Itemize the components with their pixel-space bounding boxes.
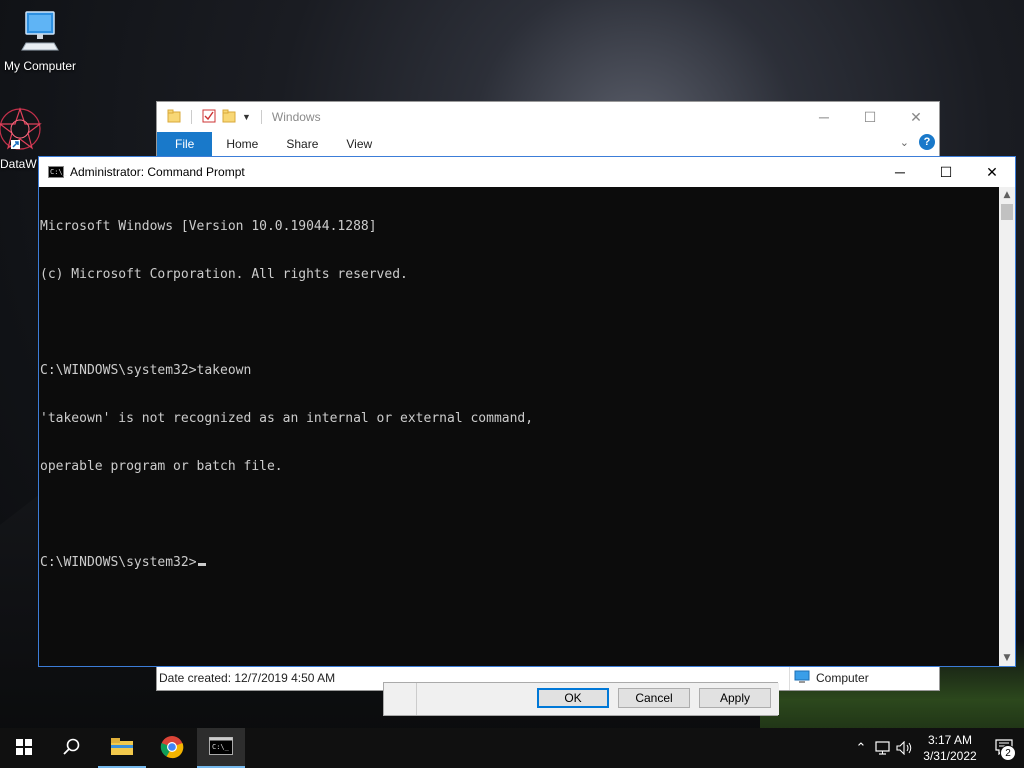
search-button[interactable] (48, 728, 96, 768)
console-output[interactable]: Microsoft Windows [Version 10.0.19044.12… (39, 187, 999, 666)
vertical-scrollbar[interactable]: ▲ ▼ (999, 187, 1015, 666)
desktop-icon-my-computer[interactable]: My Computer (0, 10, 80, 73)
status-zone: Computer (789, 666, 939, 690)
scroll-up-arrow-icon[interactable]: ▲ (999, 187, 1015, 203)
text-cursor (197, 563, 206, 566)
console-line: 'takeown' is not recognized as an intern… (40, 411, 534, 426)
close-icon: ✕ (986, 163, 998, 180)
search-icon (63, 738, 81, 759)
help-icon[interactable]: ? (919, 134, 935, 150)
tab-home[interactable]: Home (212, 132, 272, 156)
taskbar-command-prompt[interactable]: C:\_ (197, 728, 245, 768)
minimize-button[interactable]: ─ (877, 157, 923, 187)
file-explorer-icon (110, 736, 134, 759)
windows-logo-icon (16, 738, 32, 758)
maximize-icon: ☐ (939, 163, 953, 180)
tab-view[interactable]: View (332, 132, 386, 156)
divider (191, 110, 192, 124)
divider (260, 110, 262, 124)
ok-button[interactable]: OK (537, 688, 609, 708)
chrome-icon (160, 735, 184, 762)
folder-icon[interactable] (167, 109, 181, 126)
status-zone-label: Computer (816, 671, 869, 685)
clock-time: 3:17 AM (927, 733, 973, 747)
console-prompt: C:\WINDOWS\system32> (40, 555, 197, 570)
console-line: (c) Microsoft Corporation. All rights re… (40, 267, 408, 282)
show-hidden-icons-chevron-up-icon[interactable]: ⌃ (850, 728, 872, 768)
minimize-icon: ─ (895, 164, 905, 180)
close-button[interactable]: ✕ (893, 102, 939, 132)
new-folder-icon[interactable] (222, 109, 236, 126)
start-button[interactable] (0, 728, 48, 768)
notification-count-badge: 2 (1000, 745, 1016, 761)
taskbar: C:\_ ⌃ 3:17 AM 3/31/2022 2 (0, 728, 1024, 768)
status-date-created: Date created: 12/7/2019 4:50 AM (159, 671, 336, 685)
customize-qat-chevron-down-icon[interactable]: ▼ (242, 112, 251, 122)
console-line: Microsoft Windows [Version 10.0.19044.12… (40, 219, 377, 234)
ribbon-tabs: File Home Share View ⌄ ? (157, 132, 939, 157)
minimize-icon: ─ (819, 109, 829, 125)
properties-icon[interactable] (202, 109, 216, 126)
console-line: C:\WINDOWS\system32>takeown (40, 363, 252, 378)
taskbar-chrome[interactable] (148, 728, 196, 768)
clock-date: 3/31/2022 (923, 749, 977, 763)
close-button[interactable]: ✕ (969, 157, 1015, 187)
computer-icon (20, 11, 60, 57)
close-icon: ✕ (910, 108, 922, 125)
explorer-window-title: Windows (271, 110, 321, 124)
expand-ribbon-chevron-down-icon[interactable]: ⌄ (900, 136, 909, 149)
scroll-down-arrow-icon[interactable]: ▼ (999, 650, 1015, 666)
tab-share[interactable]: Share (272, 132, 332, 156)
clock[interactable]: 3:17 AM 3/31/2022 (916, 732, 984, 764)
properties-dialog[interactable]: OK Cancel Apply (383, 682, 779, 716)
maximize-button[interactable]: ☐ (847, 102, 893, 132)
minimize-button[interactable]: ─ (801, 102, 847, 132)
command-prompt-icon: C:\_ (209, 736, 233, 758)
computer-icon (794, 670, 810, 687)
desktop-icon-label: My Computer (3, 59, 77, 73)
properties-dialog-button-area: OK Cancel Apply (416, 683, 779, 715)
taskbar-file-explorer[interactable] (98, 728, 146, 768)
console-prompt-line[interactable]: C:\WINDOWS\system32> (40, 555, 999, 571)
cmd-titlebar[interactable]: C:\_ Administrator: Command Prompt ─ ☐ ✕ (39, 157, 1015, 187)
system-tray: ⌃ 3:17 AM 3/31/2022 2 (850, 728, 1024, 768)
tab-file[interactable]: File (157, 132, 213, 156)
scrollbar-thumb[interactable] (1001, 204, 1013, 220)
cancel-button[interactable]: Cancel (618, 688, 690, 708)
apply-button[interactable]: Apply (699, 688, 771, 708)
quick-access-toolbar: ▼ Windows (157, 109, 321, 126)
cmd-window-title: Administrator: Command Prompt (70, 165, 245, 179)
network-icon[interactable] (872, 728, 894, 768)
command-prompt-window[interactable]: C:\_ Administrator: Command Prompt ─ ☐ ✕… (38, 156, 1016, 667)
maximize-button[interactable]: ☐ (923, 157, 969, 187)
maximize-icon: ☐ (863, 108, 877, 125)
explorer-titlebar[interactable]: ▼ Windows ─ ☐ ✕ (157, 102, 939, 132)
svg-text:C:\_: C:\_ (212, 743, 230, 751)
command-prompt-icon: C:\_ (48, 166, 67, 178)
volume-icon[interactable] (894, 728, 916, 768)
datawiper-icon (0, 107, 43, 155)
console-line: operable program or batch file. (40, 459, 283, 474)
action-center-button[interactable]: 2 (984, 728, 1024, 768)
